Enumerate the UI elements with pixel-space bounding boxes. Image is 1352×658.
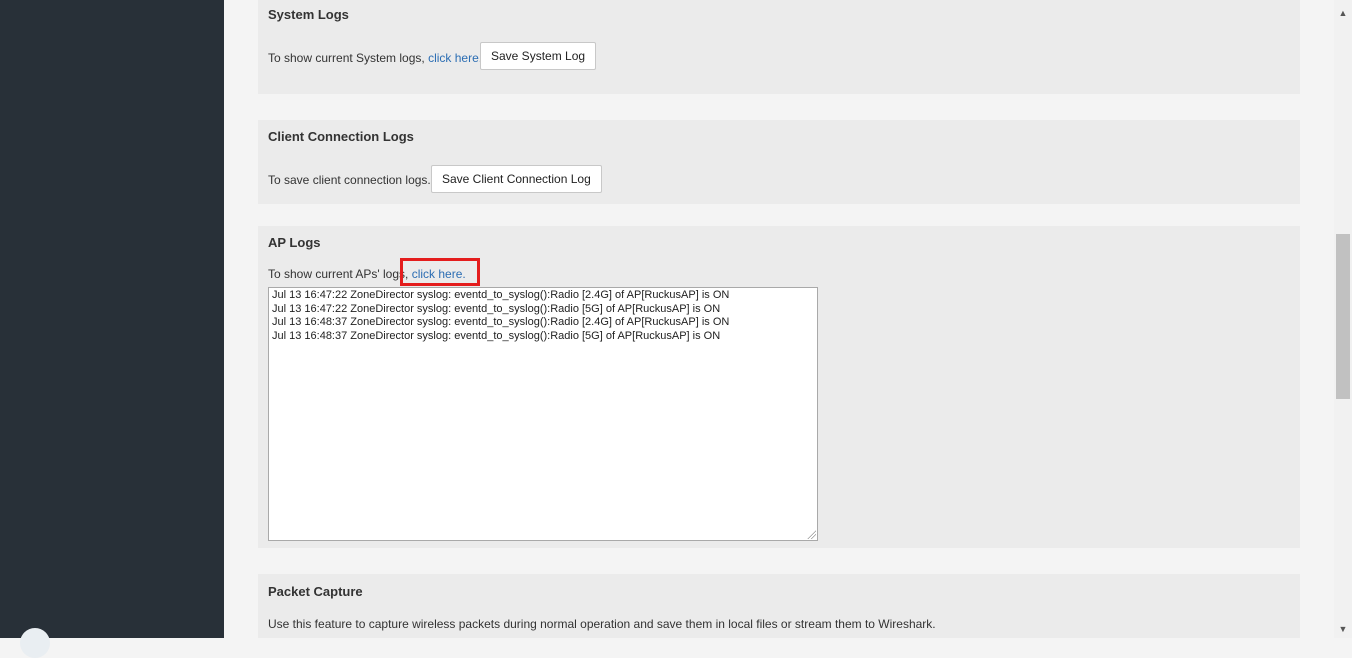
- log-line: Jul 13 16:48:37 ZoneDirector syslog: eve…: [272, 316, 730, 328]
- client-logs-title: Client Connection Logs: [268, 129, 414, 144]
- main-content: System Logs To show current System logs,…: [224, 0, 1302, 638]
- log-line: Jul 13 16:47:22 ZoneDirector syslog: eve…: [272, 289, 730, 301]
- sidebar-logo-icon: [20, 628, 50, 658]
- scroll-down-arrow-icon[interactable]: ▼: [1334, 620, 1352, 638]
- system-logs-link[interactable]: click here.: [428, 51, 482, 65]
- save-client-connection-log-button[interactable]: Save Client Connection Log: [431, 165, 602, 193]
- vertical-scrollbar[interactable]: ▲ ▼: [1334, 0, 1352, 638]
- system-logs-title: System Logs: [268, 7, 349, 22]
- system-logs-panel: System Logs To show current System logs,…: [258, 0, 1300, 94]
- scroll-up-arrow-icon[interactable]: ▲: [1334, 4, 1352, 22]
- ap-logs-desc-text: To show current APs' logs,: [268, 267, 409, 281]
- client-logs-description: To save client connection logs.: [268, 173, 431, 187]
- save-system-log-button[interactable]: Save System Log: [480, 42, 597, 70]
- log-line: Jul 13 16:47:22 ZoneDirector syslog: eve…: [272, 302, 721, 315]
- system-logs-description: To show current System logs, click here.: [268, 51, 482, 65]
- packet-capture-description: Use this feature to capture wireless pac…: [268, 617, 936, 631]
- packet-capture-panel: Packet Capture Use this feature to captu…: [258, 574, 1300, 638]
- log-line: Jul 13 16:48:37 ZoneDirector syslog: eve…: [272, 329, 721, 342]
- packet-capture-title: Packet Capture: [268, 584, 363, 599]
- scrollbar-thumb[interactable]: [1336, 234, 1350, 399]
- resize-grip-icon[interactable]: [807, 530, 816, 539]
- client-logs-panel: Client Connection Logs To save client co…: [258, 120, 1300, 204]
- ap-logs-title: AP Logs: [268, 235, 321, 250]
- system-logs-desc-text: To show current System logs,: [268, 51, 425, 65]
- ap-logs-textarea[interactable]: Jul 13 16:47:22 ZoneDirector syslog: eve…: [268, 287, 818, 541]
- sidebar: [0, 0, 224, 658]
- highlight-box: [400, 258, 480, 286]
